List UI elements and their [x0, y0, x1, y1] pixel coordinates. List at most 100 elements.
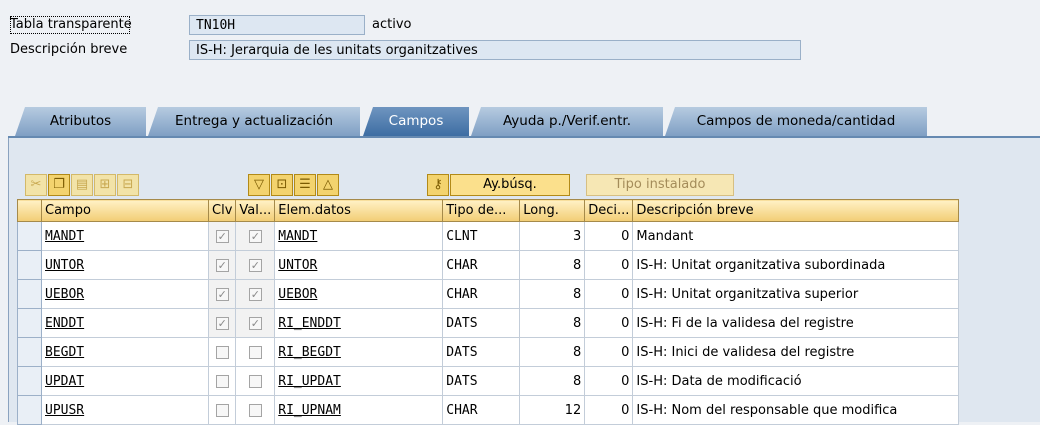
field-name-cell[interactable]: UPDAT	[41, 366, 209, 396]
field-name[interactable]: UEBOR	[45, 287, 84, 302]
column-header[interactable]: Clv	[207, 199, 237, 222]
decimals-cell: 0	[584, 308, 634, 338]
tab-fields[interactable]: Campos	[363, 107, 469, 136]
initial-values-checkbox[interactable]	[248, 403, 262, 417]
column-header[interactable]: Elem.datos	[274, 199, 444, 222]
field-name[interactable]: UPUSR	[45, 403, 84, 418]
row-selector[interactable]	[17, 366, 42, 396]
field-name-cell[interactable]: UEBOR	[41, 279, 209, 309]
key-cell[interactable]: ✓	[207, 308, 237, 338]
field-name-cell[interactable]: UPUSR	[41, 395, 209, 425]
search-help-icon[interactable]: ⚷	[427, 174, 449, 196]
column-header[interactable]: Long.	[519, 199, 586, 222]
initial-values-checkbox[interactable]	[248, 374, 262, 388]
data-type-cell: CHAR	[442, 279, 521, 309]
data-element-cell[interactable]: RI_ENDDT	[274, 308, 444, 338]
column-header[interactable]: Deci...	[584, 199, 634, 222]
data-element-cell[interactable]: RI_UPNAM	[274, 395, 444, 425]
field-name-cell[interactable]: UNTOR	[41, 250, 209, 280]
row-selector[interactable]	[17, 221, 42, 251]
initial-values-cell[interactable]	[235, 366, 276, 396]
tab-delivery-maintenance[interactable]: Entrega y actualización	[148, 107, 360, 136]
key-checkbox[interactable]	[215, 374, 229, 388]
column-header[interactable]: Descripción breve	[632, 199, 960, 222]
row-selector[interactable]	[17, 279, 42, 309]
data-element[interactable]: RI_BEGDT	[278, 345, 341, 360]
row-selector[interactable]	[17, 308, 42, 338]
key-cell[interactable]	[207, 395, 237, 425]
initial-values-cell[interactable]: ✓	[235, 279, 276, 309]
key-cell[interactable]: ✓	[207, 279, 237, 309]
copy-icon[interactable]: ❐	[48, 174, 70, 196]
paste-icon[interactable]: ▤	[71, 174, 93, 196]
key-checkbox[interactable]: ✓	[215, 287, 229, 301]
key-cell[interactable]: ✓	[207, 250, 237, 280]
status-text: activo	[372, 17, 412, 32]
initial-values-checkbox[interactable]: ✓	[248, 287, 262, 301]
tab-attributes[interactable]: Atributos	[15, 107, 146, 136]
data-type-cell: DATS	[442, 308, 521, 338]
key-checkbox[interactable]	[215, 345, 229, 359]
description-cell: Mandant	[632, 221, 960, 251]
field-name-cell[interactable]: BEGDT	[41, 337, 209, 367]
field-name[interactable]: ENDDT	[45, 316, 84, 331]
data-type-cell: CHAR	[442, 395, 521, 425]
data-element[interactable]: UNTOR	[278, 258, 317, 273]
short-description-label: Descripción breve	[10, 42, 128, 57]
cut-icon[interactable]: ✂	[25, 174, 47, 196]
initial-values-checkbox[interactable]	[248, 345, 262, 359]
initial-values-checkbox[interactable]: ✓	[248, 229, 262, 243]
initial-values-cell[interactable]: ✓	[235, 221, 276, 251]
delete-row-icon[interactable]: ⊟	[117, 174, 139, 196]
tab-currency-quantity-fields[interactable]: Campos de moneda/cantidad	[665, 107, 927, 136]
key-cell[interactable]	[207, 366, 237, 396]
row-selector-header[interactable]	[17, 199, 42, 222]
column-header[interactable]: Campo	[41, 199, 209, 222]
key-checkbox[interactable]: ✓	[215, 229, 229, 243]
insert-row-icon[interactable]: ⊞	[94, 174, 116, 196]
row-selector[interactable]	[17, 395, 42, 425]
data-type-cell: DATS	[442, 366, 521, 396]
field-name[interactable]: MANDT	[45, 229, 84, 244]
data-element-cell[interactable]: RI_BEGDT	[274, 337, 444, 367]
data-element-cell[interactable]: RI_UPDAT	[274, 366, 444, 396]
column-header[interactable]: Val...	[235, 199, 276, 222]
field-name-cell[interactable]: ENDDT	[41, 308, 209, 338]
key-checkbox[interactable]: ✓	[215, 316, 229, 330]
initial-values-cell[interactable]: ✓	[235, 308, 276, 338]
key-cell[interactable]	[207, 337, 237, 367]
initial-values-cell[interactable]	[235, 337, 276, 367]
table-name-field[interactable]: TN10H	[189, 15, 365, 35]
row-selector[interactable]	[17, 250, 42, 280]
key-checkbox[interactable]: ✓	[215, 258, 229, 272]
data-element[interactable]: RI_ENDDT	[278, 316, 341, 331]
field-name-cell[interactable]: MANDT	[41, 221, 209, 251]
field-name[interactable]: UPDAT	[45, 374, 84, 389]
tab-input-help-check[interactable]: Ayuda p./Verif.entr.	[471, 107, 663, 136]
key-checkbox[interactable]	[215, 403, 229, 417]
short-description-field[interactable]: IS-H: Jerarquia de les unitats organitza…	[189, 40, 801, 60]
data-element[interactable]: RI_UPNAM	[278, 403, 341, 418]
row-selector[interactable]	[17, 337, 42, 367]
builtin-type-button[interactable]: Tipo instalado	[586, 174, 734, 196]
initial-values-checkbox[interactable]: ✓	[248, 258, 262, 272]
search-help-button[interactable]: Ay.búsq.	[450, 174, 570, 196]
new-row-icon[interactable]: ☰	[294, 174, 316, 196]
add-field-icon[interactable]: ⊡	[271, 174, 293, 196]
column-header[interactable]: Tipo de...	[442, 199, 521, 222]
data-type-cell: CHAR	[442, 250, 521, 280]
data-element-cell[interactable]: UEBOR	[274, 279, 444, 309]
data-element[interactable]: UEBOR	[278, 287, 317, 302]
data-element-cell[interactable]: UNTOR	[274, 250, 444, 280]
field-name[interactable]: BEGDT	[45, 345, 84, 360]
field-name[interactable]: UNTOR	[45, 258, 84, 273]
initial-values-cell[interactable]: ✓	[235, 250, 276, 280]
key-cell[interactable]: ✓	[207, 221, 237, 251]
initial-values-checkbox[interactable]: ✓	[248, 316, 262, 330]
data-element[interactable]: MANDT	[278, 229, 317, 244]
data-element[interactable]: RI_UPDAT	[278, 374, 341, 389]
sort-down-icon[interactable]: ▽	[248, 174, 270, 196]
initial-values-cell[interactable]	[235, 395, 276, 425]
sort-up-icon[interactable]: △	[317, 174, 339, 196]
data-element-cell[interactable]: MANDT	[274, 221, 444, 251]
